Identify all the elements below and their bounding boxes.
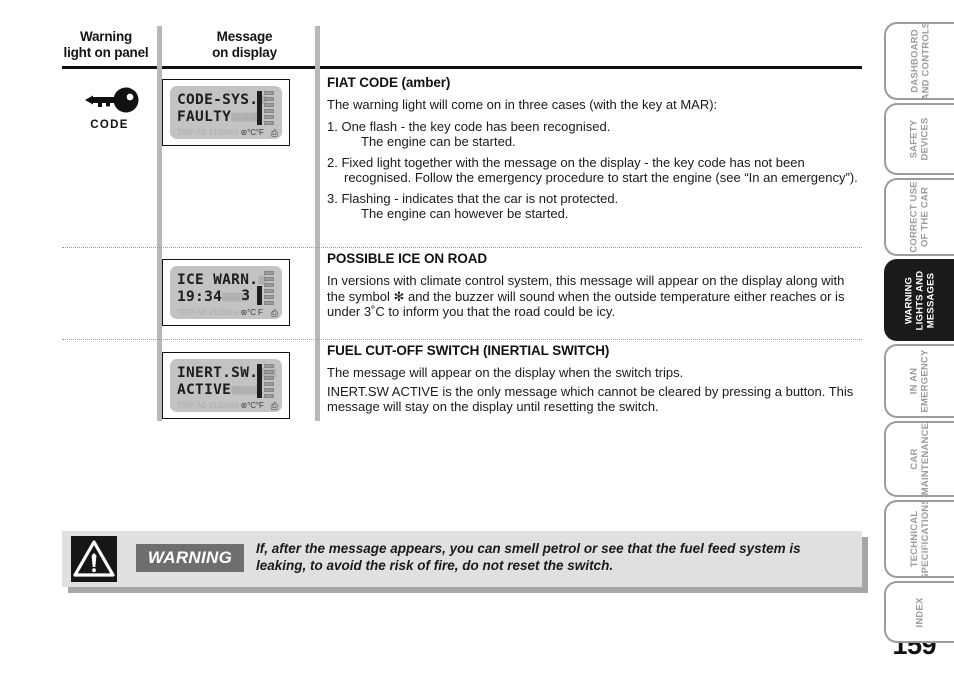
lcd-ghost-2: ■■■: [231, 109, 259, 125]
lcd-text-line2: 19:34: [177, 289, 223, 305]
table-row: ICE WARN.■ 19:34■■■ 3 TRIP AB I/100kmi ⊛…: [62, 247, 862, 340]
warning-triangle-icon: [71, 536, 117, 582]
lcd-text-line2-right: 3: [241, 288, 250, 304]
section-title: FUEL CUT-OFF SWITCH (INERTIAL SWITCH): [327, 343, 610, 358]
list-item: 2. Fixed light together with the message…: [327, 155, 862, 186]
lcd-status-units: ⊛°C°F: [240, 401, 264, 410]
text-cell: FUEL CUT-OFF SWITCH (INERTIAL SWITCH) Th…: [327, 343, 862, 421]
bargraph-pointer: [257, 364, 262, 398]
column-header-message-display: Message on display: [212, 29, 277, 60]
display-cell: INERT.SW.■■ ACTIVE■■■: [162, 352, 290, 419]
bargraph-ticks: [264, 271, 274, 305]
list-item-text: Flashing - indicates that the car is not…: [341, 190, 619, 206]
column-header-warning-light: Warning light on panel: [63, 29, 149, 60]
messages-table: Warning light on panel Message on displa…: [62, 24, 862, 421]
section-intro: In versions with climate control system,…: [327, 273, 845, 319]
lcd-ghost-2: ■■■: [231, 382, 259, 398]
sidebar-item-dashboard-and-controls[interactable]: DASHBOARD AND CONTROLS: [884, 22, 954, 100]
sidebar-item-label: CAR MAINTENANCE: [909, 422, 931, 496]
lcd-status-units: ⊛°C°F: [240, 128, 264, 137]
display-cell: ICE WARN.■ 19:34■■■ 3 TRIP AB I/100kmi ⊛…: [162, 259, 290, 326]
list-item: 3. Flashing - indicates that the car is …: [327, 191, 862, 222]
list-item-text: Fixed light together with the message on…: [341, 154, 858, 186]
text-cell: POSSIBLE ICE ON ROAD In versions with cl…: [327, 251, 862, 326]
list-item-number: 3.: [327, 190, 338, 206]
lcd-screen: CODE-SYS.■ FAULTY■■■ TRIP AB I/100kmi ⊛°…: [170, 86, 282, 139]
warning-box-shadow-right: [862, 537, 868, 593]
warning-triangle-glyph: [73, 540, 115, 577]
list-item-text: One flash - the key code has been recogn…: [341, 118, 611, 134]
sidebar-item-label: SAFETY DEVICES: [908, 117, 931, 161]
section-intro: The message will appear on the display w…: [327, 365, 684, 380]
lcd-text-line1: CODE-SYS.: [177, 92, 259, 108]
sidebar-item-label: WARNING LIGHTS AND MESSAGES: [903, 270, 937, 330]
list-item-subtext: The engine can be started.: [361, 134, 516, 149]
warning-box: WARNING If, after the message appears, y…: [62, 531, 862, 587]
table-row: CODE CODE-SYS.■ FAULTY■■■ TRIP AB I/100k…: [62, 69, 862, 248]
table-header: Warning light on panel Message on displa…: [62, 24, 862, 66]
sidebar-item-index[interactable]: INDEX: [884, 581, 954, 643]
fuel-pump-icon: ⎙: [270, 401, 278, 411]
sidebar-item-technical-specifications[interactable]: TECHNICAL SPECIFICATIONS: [884, 500, 954, 578]
warning-light-cell: CODE: [62, 87, 157, 131]
display-cell: CODE-SYS.■ FAULTY■■■ TRIP AB I/100kmi ⊛°…: [162, 79, 290, 146]
warning-label: WARNING: [136, 544, 244, 572]
table-row: INERT.SW.■■ ACTIVE■■■: [62, 339, 862, 429]
lcd-status-text: TRIP AB I/100kmi: [177, 401, 239, 410]
sidebar-item-label: CORRECT USE OF THE CAR: [909, 181, 932, 253]
fuel-bargraph-icon: [257, 271, 274, 305]
section-title: FIAT CODE (amber): [327, 75, 451, 90]
warning-light-label: CODE: [90, 119, 129, 131]
section-title: POSSIBLE ICE ON ROAD: [327, 251, 488, 266]
fuel-bargraph-icon: [257, 91, 274, 125]
page-content: Warning light on panel Message on displa…: [0, 0, 872, 675]
section-paragraph-2: INERT.SW ACTIVE is the only message whic…: [327, 383, 854, 415]
sidebar-item-label: IN AN EMERGENCY: [909, 349, 931, 413]
lcd-status-bar: TRIP AB I/100kmi ⊛°C F: [177, 308, 277, 317]
lcd-status-units: ⊛°C F: [240, 308, 263, 317]
list-item-number: 1.: [327, 118, 338, 134]
lcd-screen: INERT.SW.■■ ACTIVE■■■: [170, 359, 282, 412]
manual-page: Warning light on panel Message on displa…: [0, 0, 954, 675]
sidebar-item-safety-devices[interactable]: SAFETY DEVICES: [884, 103, 954, 175]
bargraph-pointer: [257, 286, 262, 305]
sidebar-item-label: TECHNICAL SPECIFICATIONS: [909, 500, 932, 578]
lcd-status-bar: TRIP AB I/100kmi ⊛°C°F: [177, 128, 277, 137]
sidebar-item-car-maintenance[interactable]: CAR MAINTENANCE: [884, 421, 954, 497]
warning-text: If, after the message appears, you can s…: [256, 541, 801, 573]
sidebar-item-correct-use-of-the-car[interactable]: CORRECT USE OF THE CAR: [884, 178, 954, 256]
bargraph-pointer: [257, 91, 262, 125]
key-icon: [84, 87, 138, 113]
lcd-text-line2: ACTIVE: [177, 382, 232, 398]
warning-box-shadow: [68, 587, 868, 593]
fuel-pump-icon: ⎙: [270, 128, 278, 138]
list-item-number: 2.: [327, 154, 338, 170]
lcd-status-bar: TRIP AB I/100kmi ⊛°C°F: [177, 401, 277, 410]
lcd-screen: ICE WARN.■ 19:34■■■ 3 TRIP AB I/100kmi ⊛…: [170, 266, 282, 319]
list-item-subtext: The engine can however be started.: [361, 206, 569, 221]
numbered-list: 1. One flash - the key code has been rec…: [327, 119, 862, 222]
fuel-pump-icon: ⎙: [270, 308, 278, 318]
sidebar-item-label: INDEX: [914, 596, 926, 628]
bargraph-ticks: [264, 91, 274, 125]
bargraph-ticks: [264, 364, 274, 398]
lcd-text-line2: FAULTY: [177, 109, 232, 125]
lcd-frame: CODE-SYS.■ FAULTY■■■ TRIP AB I/100kmi ⊛°…: [162, 79, 290, 146]
sidebar-item-label: DASHBOARD AND CONTROLS: [909, 22, 931, 100]
section-intro: The warning light will come on in three …: [327, 97, 718, 112]
list-item: 1. One flash - the key code has been rec…: [327, 119, 862, 150]
sidebar-tabs: DASHBOARD AND CONTROLS SAFETY DEVICES CO…: [880, 22, 954, 643]
sidebar-item-warning-lights-and-messages[interactable]: WARNING LIGHTS AND MESSAGES: [884, 259, 954, 341]
lcd-frame: ICE WARN.■ 19:34■■■ 3 TRIP AB I/100kmi ⊛…: [162, 259, 290, 326]
lcd-text-line1: INERT.SW.: [177, 365, 259, 381]
lcd-text-line1: ICE WARN.: [177, 272, 259, 288]
fuel-bargraph-icon: [257, 364, 274, 398]
lcd-frame: INERT.SW.■■ ACTIVE■■■: [162, 352, 290, 419]
sidebar-item-in-an-emergency[interactable]: IN AN EMERGENCY: [884, 344, 954, 418]
text-cell: FIAT CODE (amber) The warning light will…: [327, 75, 862, 227]
table-rows: CODE CODE-SYS.■ FAULTY■■■ TRIP AB I/100k…: [62, 69, 862, 429]
lcd-status-text: TRIP AB I/100kmi: [177, 128, 239, 137]
lcd-status-text: TRIP AB I/100kmi: [177, 308, 239, 317]
